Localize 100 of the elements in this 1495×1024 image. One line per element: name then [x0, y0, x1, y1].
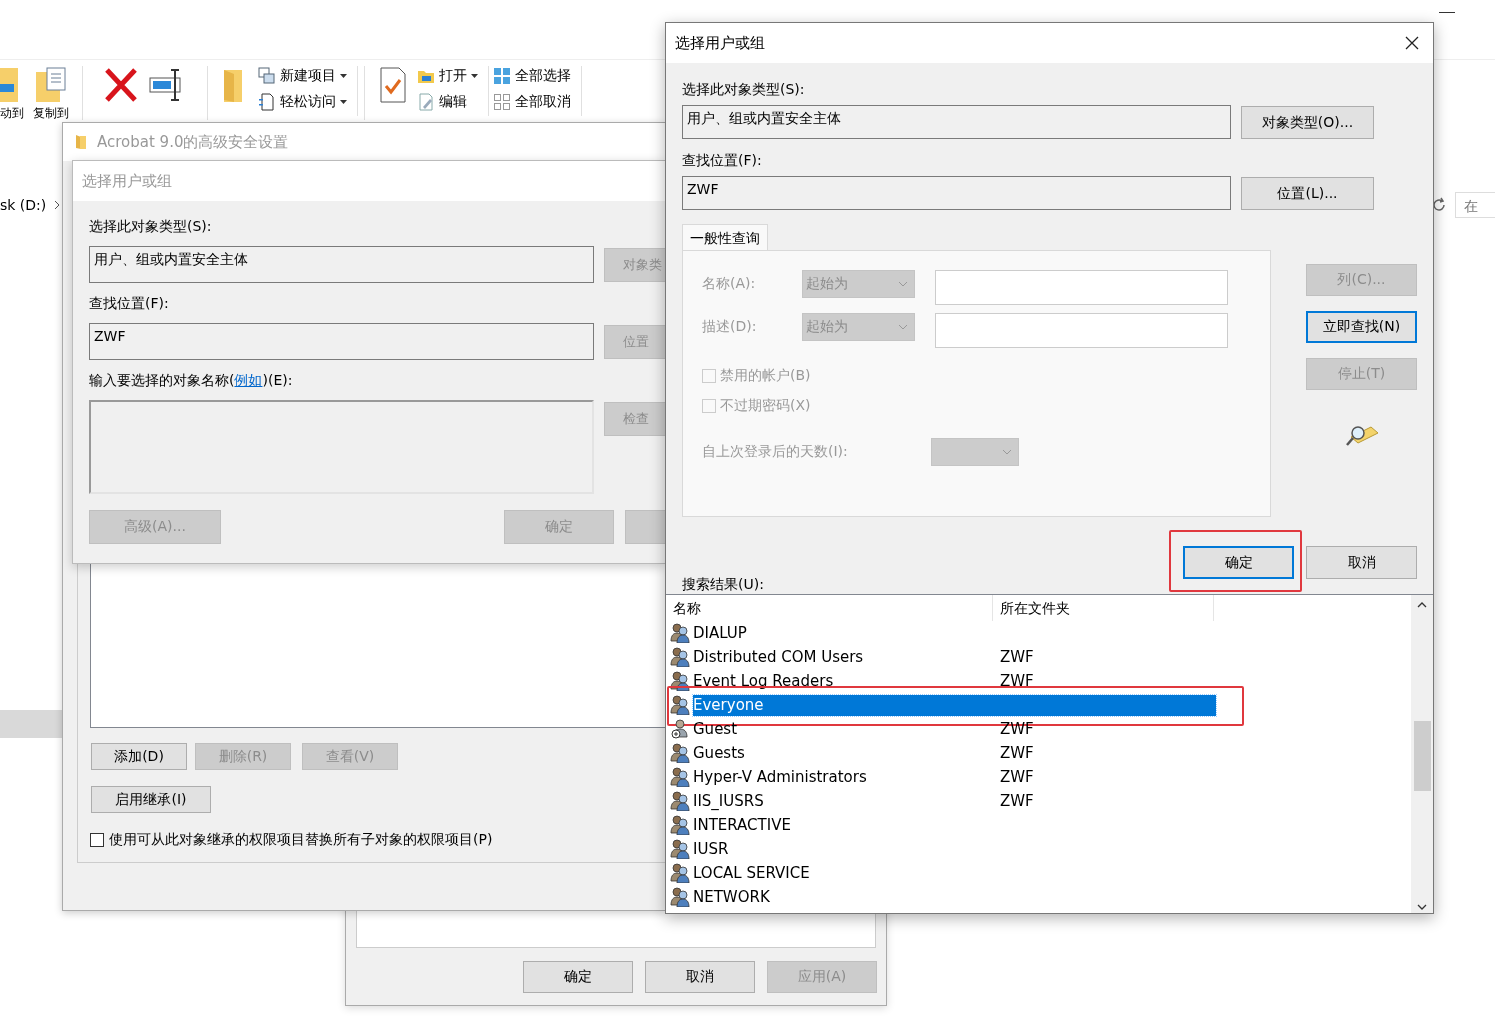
result-row[interactable]: LOCAL SERVICE	[693, 862, 1216, 884]
edit-icon	[417, 93, 435, 111]
result-row[interactable]: IUSR	[693, 838, 1216, 860]
ribbon-button[interactable]: 全部选择	[493, 66, 571, 86]
ribbon-button[interactable]: 复制到	[32, 66, 83, 120]
query-label: 名称(A):	[702, 275, 757, 293]
table-cell-text: Everyone	[693, 696, 765, 714]
group-icon	[670, 695, 691, 715]
field-label: 查找位置(F):	[89, 295, 170, 313]
permission-list[interactable]	[90, 561, 665, 728]
table-cell-text: Hyper-V Administrators	[693, 768, 868, 786]
folder-pages-icon	[33, 66, 69, 104]
object-type-field: 用户、组或内置安全主体	[682, 105, 1231, 139]
ribbon-button[interactable]: 全部取消	[493, 92, 571, 112]
query-label: 描述(D):	[702, 318, 758, 336]
checkbox-label: 不过期密码(X)	[720, 396, 811, 415]
cancel-button[interactable]: 取消	[1306, 546, 1417, 579]
location-field: ZWF	[682, 176, 1231, 210]
search-field[interactable]: 在	[1455, 192, 1495, 218]
group-icon	[670, 767, 691, 787]
grid-icon	[493, 93, 511, 111]
object-type-button[interactable]: 对象类型(O)...	[1241, 106, 1374, 139]
table-cell-text: LOCAL SERVICE	[693, 864, 811, 882]
folder-icon	[75, 134, 87, 150]
table-cell-text: Distributed COM Users	[693, 648, 865, 666]
column-header[interactable]: 所在文件夹	[993, 595, 1214, 621]
list-button[interactable]: 添加(D)	[91, 743, 187, 770]
table-cell-text: Guests	[693, 744, 746, 762]
table-cell: ZWF	[1000, 768, 1034, 786]
caret-icon	[340, 74, 347, 78]
names-field[interactable]	[89, 400, 595, 494]
dialog-button[interactable]: 取消	[645, 961, 755, 993]
checkbox-label: 使用可从此对象继承的权限项目替换所有子对象的权限项目(P)	[109, 831, 493, 849]
field-label: 选择此对象类型(S):	[682, 81, 806, 99]
delete-icon	[103, 66, 139, 104]
scroll-down-icon[interactable]	[1417, 904, 1427, 910]
location-button[interactable]: 位置(L)...	[1241, 177, 1374, 210]
scroll-up-icon[interactable]	[1417, 602, 1427, 608]
example-link[interactable]: 例如	[234, 372, 263, 388]
location-field: ZWF	[89, 323, 595, 360]
document-icon	[258, 93, 276, 111]
dialog-button[interactable]	[625, 510, 665, 544]
grid-icon	[493, 67, 511, 85]
group-icon	[670, 743, 691, 763]
caret-icon	[471, 74, 478, 78]
chevron-down-icon	[898, 324, 908, 330]
result-row[interactable]: NETWORK	[693, 886, 1216, 908]
table-cell: ZWF	[1000, 648, 1034, 666]
column-header[interactable]: 名称	[666, 595, 993, 621]
scrollbar[interactable]	[1411, 595, 1433, 913]
ribbon-button[interactable]: 轻松访问	[258, 92, 347, 112]
field-label: 查找位置(F):	[682, 152, 763, 170]
ok-button[interactable]: 确定	[1183, 546, 1294, 579]
table-cell-text: IIS_IUSRS	[693, 792, 765, 810]
dialog-button[interactable]: 确定	[523, 961, 633, 993]
ribbon-button[interactable]: 动到	[0, 66, 28, 120]
ribbon-button[interactable]: 编辑	[417, 92, 478, 112]
ribbon-button[interactable]: 新建项目	[258, 66, 347, 86]
group-icon	[670, 671, 691, 691]
refresh-icon[interactable]	[1431, 197, 1447, 213]
result-row[interactable]: IIS_IUSRS ZWF	[693, 790, 1216, 812]
result-row[interactable]: Everyone	[693, 694, 1216, 716]
result-row[interactable]: INTERACTIVE	[693, 814, 1216, 836]
group-icon	[670, 623, 691, 643]
result-row[interactable]: Distributed COM Users ZWF	[693, 646, 1216, 668]
table-cell: ZWF	[1000, 720, 1034, 738]
query-field[interactable]	[935, 313, 1228, 348]
group-icon	[670, 887, 691, 907]
checkbox[interactable]	[90, 833, 104, 847]
dialog-title: 选择用户或组	[82, 171, 172, 191]
result-row[interactable]: Hyper-V Administrators ZWF	[693, 766, 1216, 788]
table-cell: ZWF	[1000, 744, 1034, 762]
result-row[interactable]: Guest ZWF	[693, 718, 1216, 740]
search-button[interactable]: 立即查找(N)	[1306, 311, 1417, 343]
chevron-right-icon[interactable]	[54, 200, 61, 210]
address-path[interactable]: sk (D:)	[0, 197, 47, 213]
inherit-button[interactable]: 启用继承(I)	[91, 786, 211, 813]
field-label: 输入要选择的对象名称(	[89, 372, 235, 388]
chevron-down-icon	[898, 281, 908, 287]
query-field[interactable]	[935, 270, 1228, 305]
result-row[interactable]: Event Log Readers ZWF	[693, 670, 1216, 692]
result-row[interactable]: Guests ZWF	[693, 742, 1216, 764]
table-cell: ZWF	[1000, 792, 1034, 810]
object-type-field: 用户、组或内置安全主体	[89, 246, 595, 283]
result-row[interactable]: DIALUP	[693, 622, 1216, 644]
table-cell-text: IUSR	[693, 840, 730, 858]
table-cell-text: Event Log Readers	[693, 672, 835, 690]
close-icon[interactable]	[1405, 36, 1419, 50]
table-cell-text: DIALUP	[693, 624, 748, 642]
table-cell-text: NETWORK	[693, 888, 771, 906]
query-tab[interactable]: 一般性查询	[682, 224, 768, 250]
group-icon	[670, 647, 691, 667]
ribbon-button[interactable]: 打开	[417, 66, 478, 86]
group-icon	[670, 863, 691, 883]
dialog-title: 选择用户或组	[675, 33, 765, 53]
scroll-thumb[interactable]	[1413, 721, 1431, 791]
table-cell: ZWF	[1000, 672, 1034, 690]
results-label: 搜索结果(U):	[682, 576, 764, 594]
minimize-icon[interactable]	[1439, 12, 1455, 14]
group-icon	[670, 791, 691, 811]
